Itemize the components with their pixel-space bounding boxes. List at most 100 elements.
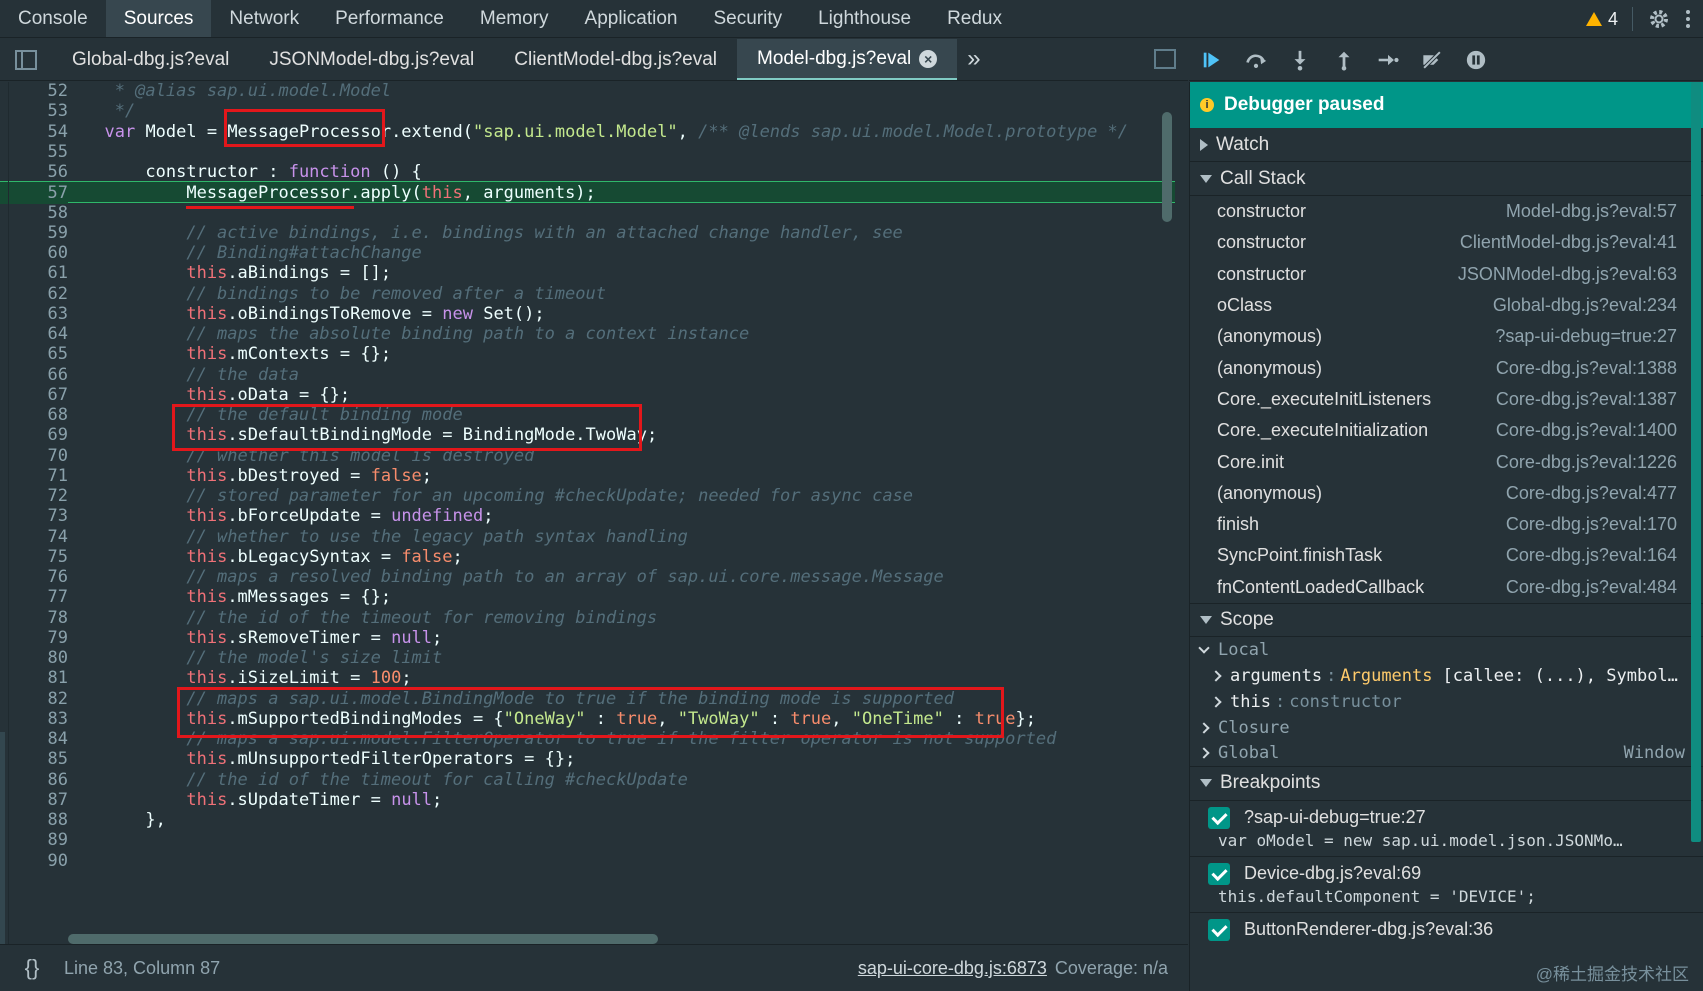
code-line[interactable]: 82 // maps a sap.ui.model.BindingMode to… — [0, 688, 1175, 710]
code-line[interactable]: 90 — [0, 850, 1175, 872]
step-out-icon[interactable] — [1333, 49, 1355, 71]
watch-section-header[interactable]: Watch — [1190, 128, 1703, 162]
scope-local[interactable]: Local — [1190, 637, 1703, 663]
call-frame[interactable]: SyncPoint.finishTask Core-dbg.js?eval:164 — [1190, 540, 1703, 571]
code-line[interactable]: 71 this.bDestroyed = false; — [0, 465, 1175, 487]
code-line[interactable]: 84 // maps a sap.ui.model.FilterOperator… — [0, 728, 1175, 750]
kebab-menu-icon[interactable] — [1685, 8, 1691, 30]
warnings-counter[interactable]: 4 — [1585, 9, 1618, 30]
code-line[interactable]: 78 // the id of the timeout for removing… — [0, 607, 1175, 629]
source-map-link[interactable]: sap-ui-core-dbg.js:6873 — [858, 958, 1047, 979]
line-number[interactable]: 59 — [0, 222, 68, 244]
file-tab-clientmodel[interactable]: ClientModel-dbg.js?eval — [494, 39, 737, 80]
more-tabs-button[interactable]: » — [957, 39, 990, 80]
line-number[interactable]: 78 — [0, 607, 68, 629]
call-frame[interactable]: constructor ClientModel-dbg.js?eval:41 — [1190, 227, 1703, 258]
tab-memory[interactable]: Memory — [462, 0, 567, 37]
tab-network[interactable]: Network — [211, 0, 317, 37]
line-number[interactable]: 76 — [0, 566, 68, 588]
code-line[interactable]: 65 this.mContexts = {}; — [0, 343, 1175, 365]
tab-application[interactable]: Application — [567, 0, 696, 37]
code-line[interactable]: 67 this.oData = {}; — [0, 384, 1175, 406]
sidebar-scrollbar[interactable] — [1691, 82, 1701, 842]
gear-icon[interactable] — [1647, 7, 1671, 31]
code-line[interactable]: 52 * @alias sap.ui.model.Model — [0, 82, 1175, 102]
call-frame[interactable]: (anonymous) Core-dbg.js?eval:1388 — [1190, 352, 1703, 383]
line-number[interactable]: 84 — [0, 728, 68, 750]
line-number[interactable]: 89 — [0, 829, 68, 851]
code-line[interactable]: 86 // the id of the timeout for calling … — [0, 769, 1175, 791]
resume-icon[interactable] — [1201, 49, 1223, 71]
line-number[interactable]: 90 — [0, 850, 68, 872]
code-line[interactable]: 53 */ — [0, 100, 1175, 122]
line-number[interactable]: 81 — [0, 667, 68, 689]
line-number[interactable]: 77 — [0, 586, 68, 608]
code-line[interactable]: 55 — [0, 141, 1175, 163]
tab-console[interactable]: Console — [0, 0, 106, 37]
code-line[interactable]: 81 this.iSizeLimit = 100; — [0, 667, 1175, 689]
horizontal-scrollbar[interactable] — [68, 934, 658, 944]
call-stack-section-header[interactable]: Call Stack — [1190, 162, 1703, 196]
breakpoint-checkbox[interactable] — [1208, 806, 1230, 829]
line-number[interactable]: 53 — [0, 100, 68, 122]
step-over-icon[interactable] — [1245, 49, 1267, 71]
call-frame[interactable]: (anonymous) Core-dbg.js?eval:477 — [1190, 478, 1703, 509]
breakpoint-checkbox[interactable] — [1208, 862, 1230, 885]
code-line[interactable]: 72 // stored parameter for an upcoming #… — [0, 485, 1175, 507]
line-number[interactable]: 83 — [0, 708, 68, 730]
code-line[interactable]: 73 this.bForceUpdate = undefined; — [0, 505, 1175, 527]
step-icon[interactable] — [1377, 49, 1399, 71]
file-tab-global[interactable]: Global-dbg.js?eval — [52, 39, 249, 80]
tab-lighthouse[interactable]: Lighthouse — [800, 0, 929, 37]
pause-on-exceptions-icon[interactable] — [1465, 49, 1487, 71]
file-tab-model[interactable]: Model-dbg.js?eval × — [737, 39, 958, 80]
line-number[interactable]: 61 — [0, 262, 68, 284]
code-line[interactable]: 77 this.mMessages = {}; — [0, 586, 1175, 608]
line-number[interactable]: 87 — [0, 789, 68, 811]
line-number[interactable]: 60 — [0, 242, 68, 264]
line-number[interactable]: 86 — [0, 769, 68, 791]
code-line[interactable]: 70 // whether this model is destroyed — [0, 445, 1175, 467]
call-frame[interactable]: oClass Global-dbg.js?eval:234 — [1190, 290, 1703, 321]
call-frame[interactable]: Core._executeInitListeners Core-dbg.js?ev… — [1190, 384, 1703, 415]
line-number[interactable]: 88 — [0, 809, 68, 831]
code-line[interactable]: 69 this.sDefaultBindingMode = BindingMod… — [0, 424, 1175, 446]
code-line[interactable]: 54 var Model = MessageProcessor.extend("… — [0, 121, 1175, 143]
line-number[interactable]: 82 — [0, 688, 68, 710]
line-number[interactable]: 80 — [0, 647, 68, 669]
scope-global[interactable]: Global Window — [1190, 741, 1703, 767]
step-into-icon[interactable] — [1289, 49, 1311, 71]
line-number[interactable]: 73 — [0, 505, 68, 527]
code-line[interactable]: 56 constructor : function () { — [0, 161, 1175, 183]
line-number[interactable]: 70 — [0, 445, 68, 467]
call-frame[interactable]: Core._executeInitialization Core-dbg.js?e… — [1190, 415, 1703, 446]
call-frame[interactable]: finish Core-dbg.js?eval:170 — [1190, 509, 1703, 540]
toggle-navigator-button[interactable] — [0, 39, 52, 80]
call-frame[interactable]: fnContentLoadedCallback Core-dbg.js?eval:… — [1190, 572, 1703, 603]
line-number[interactable]: 75 — [0, 546, 68, 568]
deactivate-breakpoints-icon[interactable] — [1421, 49, 1443, 71]
tab-performance[interactable]: Performance — [317, 0, 462, 37]
code-line[interactable]: 59 // active bindings, i.e. bindings wit… — [0, 222, 1175, 244]
scope-arguments[interactable]: arguments: Arguments [callee: (...), Sym… — [1190, 663, 1703, 689]
code-line[interactable]: 76 // maps a resolved binding path to an… — [0, 566, 1175, 588]
call-frame[interactable]: (anonymous) ?sap-ui-debug=true:27 — [1190, 321, 1703, 352]
line-number[interactable]: 85 — [0, 748, 68, 770]
line-number[interactable]: 68 — [0, 404, 68, 426]
code-line[interactable]: 80 // the model's size limit — [0, 647, 1175, 669]
breakpoint-item[interactable]: Device-dbg.js?eval:69 this.defaultCompon… — [1190, 857, 1703, 913]
code-line[interactable]: 62 // bindings to be removed after a tim… — [0, 283, 1175, 305]
line-number[interactable]: 55 — [0, 141, 68, 163]
close-icon[interactable]: × — [919, 49, 938, 68]
code-line[interactable]: 87 this.sUpdateTimer = null; — [0, 789, 1175, 811]
code-line-current[interactable]: 57 MessageProcessor.apply(this, argument… — [0, 181, 1175, 205]
code-line[interactable]: 79 this.sRemoveTimer = null; — [0, 627, 1175, 649]
tab-redux[interactable]: Redux — [929, 0, 1020, 37]
breakpoints-section-header[interactable]: Breakpoints — [1190, 767, 1703, 801]
line-number[interactable]: 69 — [0, 424, 68, 446]
vertical-scrollbar[interactable] — [1162, 112, 1172, 222]
line-number[interactable]: 52 — [0, 82, 68, 102]
line-number[interactable]: 67 — [0, 384, 68, 406]
tab-sources[interactable]: Sources — [105, 0, 212, 37]
code-line[interactable]: 63 this.oBindingsToRemove = new Set(); — [0, 303, 1175, 325]
